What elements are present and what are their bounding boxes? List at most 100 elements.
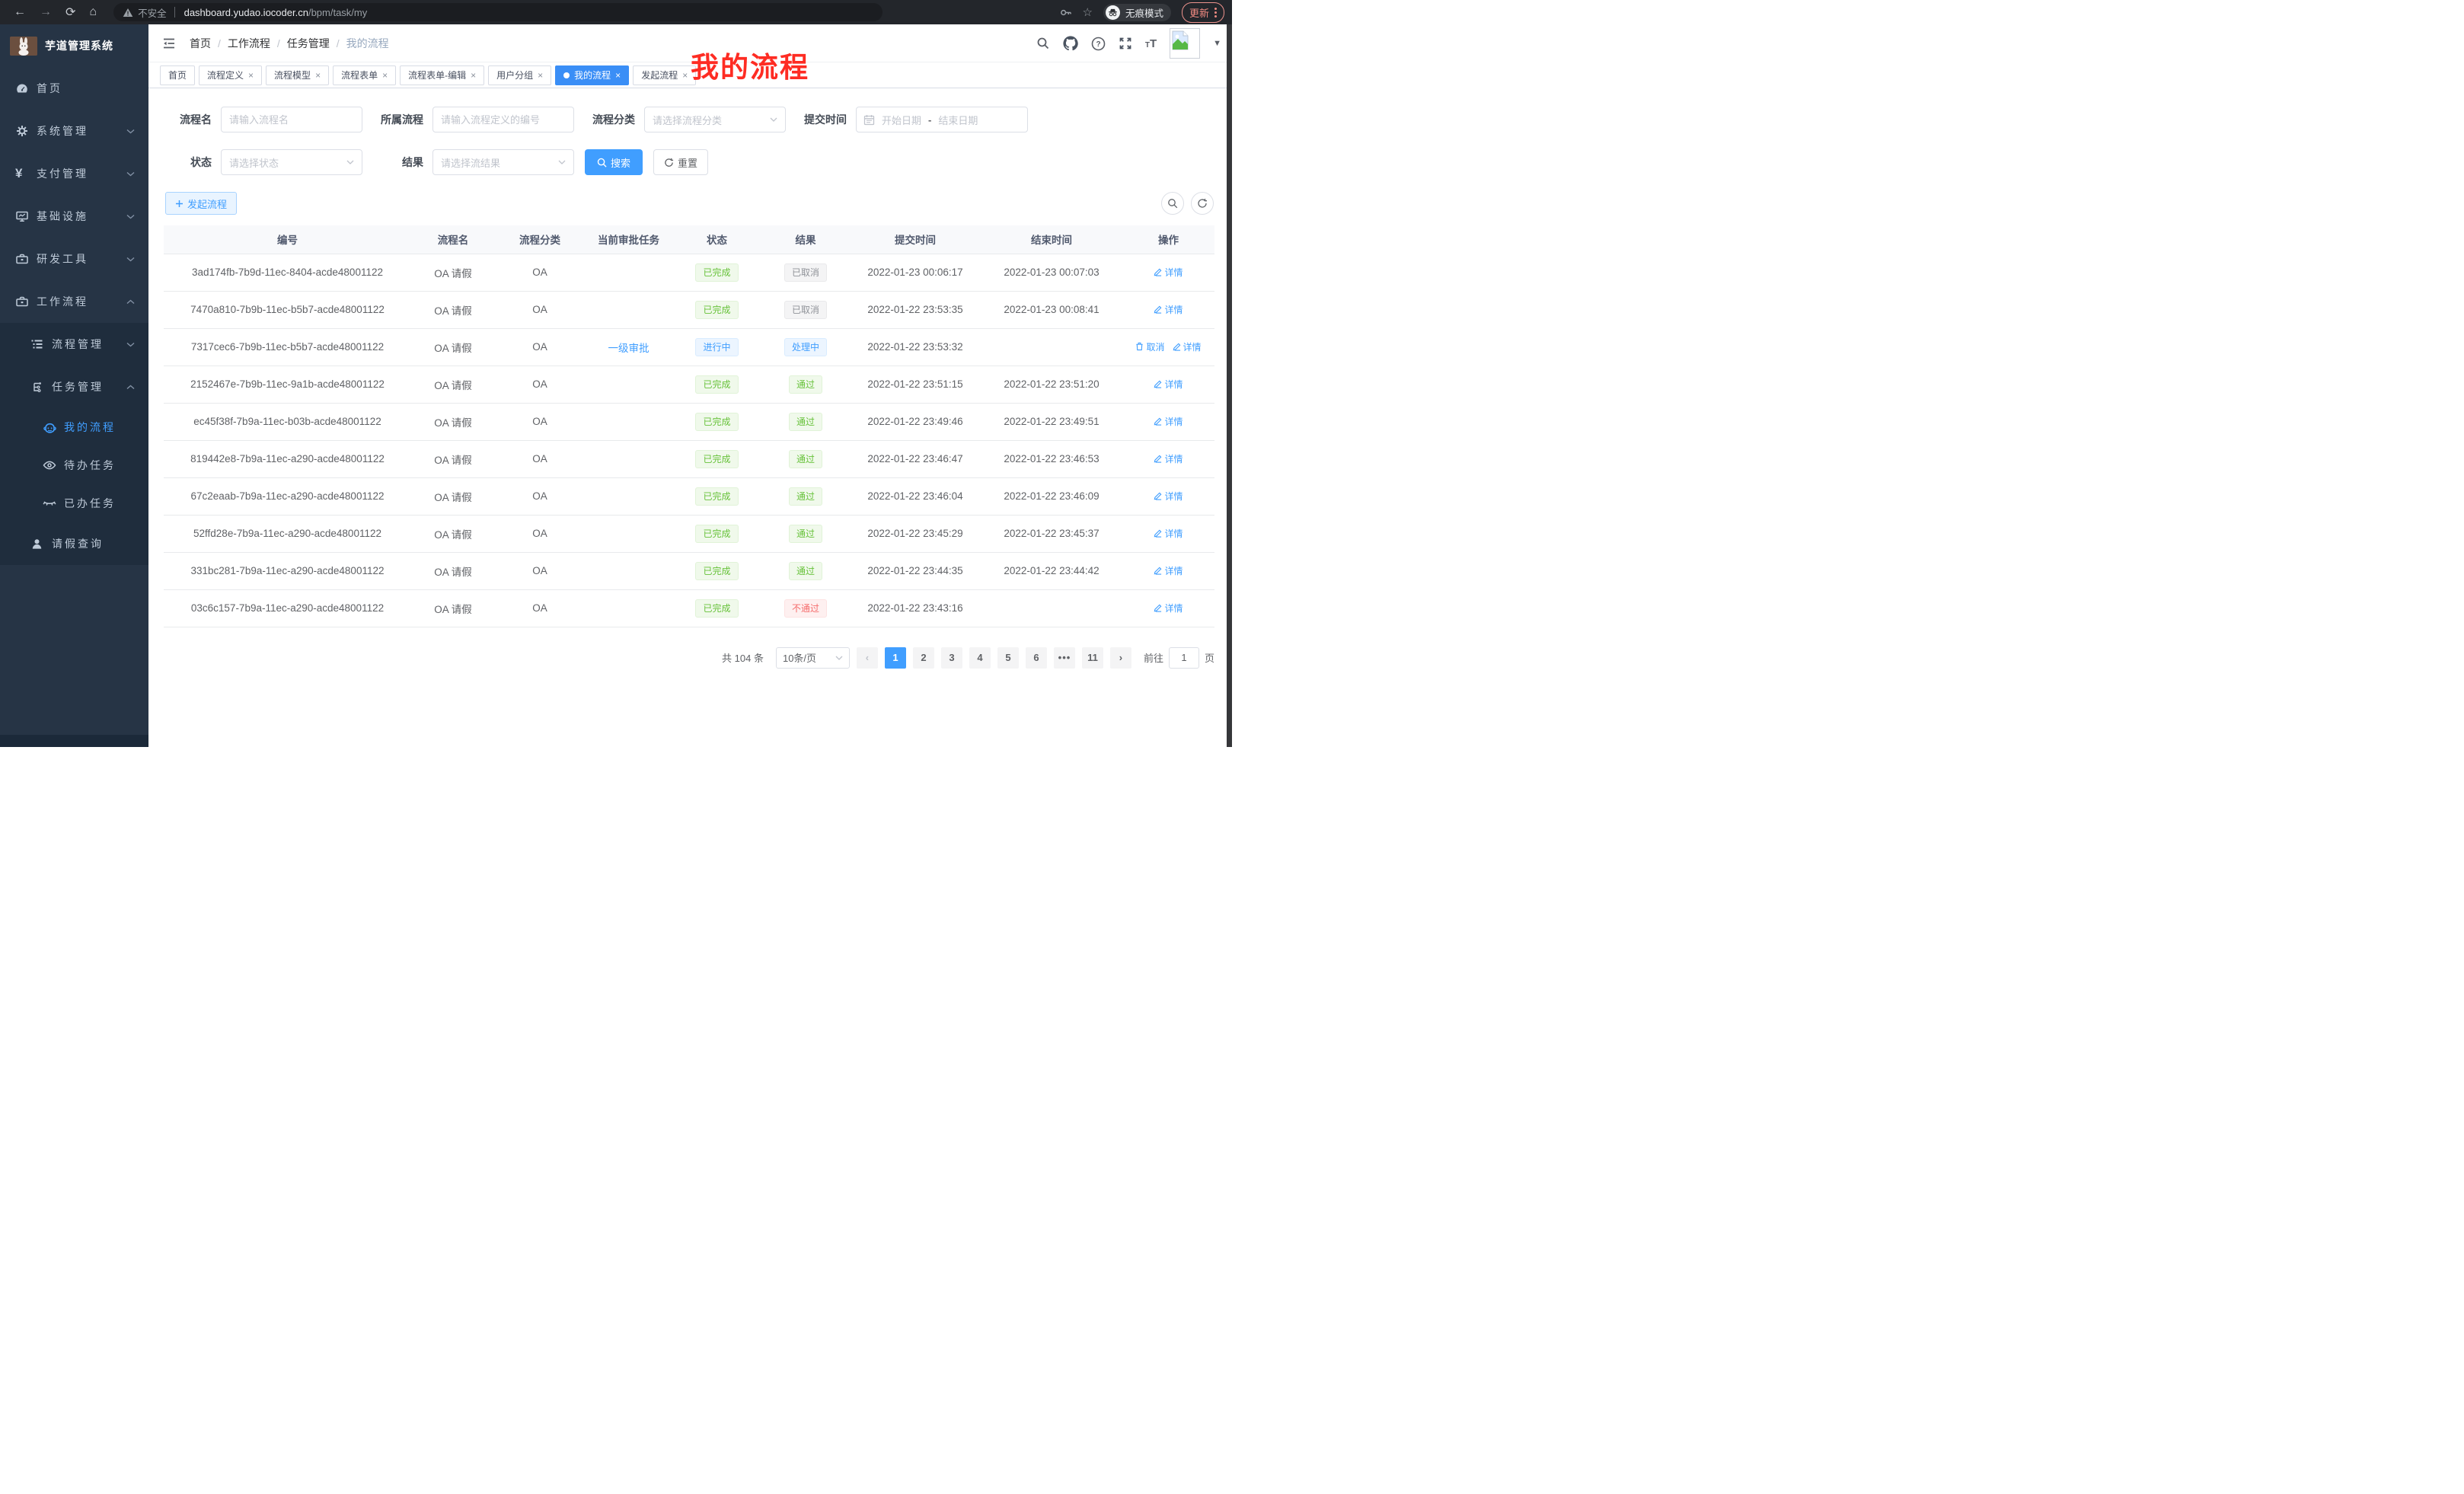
cancel-link[interactable]: 取消 [1135,340,1164,353]
status-badge: 已完成 [695,375,738,394]
process-definition-input[interactable] [432,107,574,132]
breadcrumb-home[interactable]: 首页 [190,36,211,51]
breadcrumb-task-manage[interactable]: 任务管理 [287,36,330,51]
tab-user-group[interactable]: 用户分组× [488,65,551,85]
detail-link[interactable]: 详情 [1173,340,1202,353]
table-search-toggle-button[interactable] [1161,192,1184,215]
tab-process-model[interactable]: 流程模型× [266,65,329,85]
next-page-button[interactable]: › [1110,647,1131,669]
edit-icon [1154,567,1162,575]
sidebar-item-devtools[interactable]: 研发工具 [0,238,148,280]
search-icon[interactable] [1036,37,1050,50]
browser-forward-icon[interactable]: → [40,5,52,19]
bookmark-star-icon[interactable]: ☆ [1083,5,1093,19]
category-select[interactable]: 请选择流程分类 [644,107,786,132]
search-button[interactable]: 搜索 [585,149,643,175]
detail-link[interactable]: 详情 [1154,564,1183,577]
current-task-link[interactable]: 一级审批 [608,343,650,354]
detail-link[interactable]: 详情 [1154,490,1183,503]
password-key-icon[interactable] [1059,6,1072,19]
start-process-button[interactable]: 发起流程 [165,192,237,215]
help-icon[interactable]: ? [1091,37,1106,51]
hamburger-icon[interactable] [162,37,176,49]
result-badge: 通过 [789,562,822,580]
cell-category: OA [495,403,585,440]
page-button-2[interactable]: 2 [913,647,934,669]
detail-link[interactable]: 详情 [1154,602,1183,615]
sidebar-item-done-tasks[interactable]: 已办任务 [0,484,148,522]
detail-link[interactable]: 详情 [1154,303,1183,316]
sidebar-item-home[interactable]: 首页 [0,67,148,110]
sidebar-item-label: 流程管理 [52,337,126,352]
avatar[interactable] [1170,28,1200,59]
sidebar-collapse-bar[interactable] [0,735,148,747]
sidebar-item-workflow[interactable]: 工作流程 [0,280,148,323]
page-button-6[interactable]: 6 [1026,647,1047,669]
fullscreen-icon[interactable] [1119,37,1132,50]
status-select[interactable]: 请选择状态 [221,149,362,175]
tab-process-form-edit[interactable]: 流程表单-编辑× [400,65,484,85]
page-size-select[interactable]: 10条/页 [776,647,850,669]
sidebar-item-todo-tasks[interactable]: 待办任务 [0,446,148,484]
sidebar-item-leave-query[interactable]: 请假查询 [0,522,148,565]
total-count: 共 104 条 [722,650,764,665]
table-refresh-button[interactable] [1191,192,1214,215]
github-icon[interactable] [1063,36,1078,51]
sidebar-item-system[interactable]: 系统管理 [0,110,148,152]
cell-category: OA [495,515,585,552]
browser-reload-icon[interactable]: ⟳ [65,5,75,20]
browser-menu-icon[interactable] [1214,8,1217,18]
submit-time-range-picker[interactable]: 开始日期 - 结束日期 [856,107,1028,132]
font-size-icon[interactable]: TT [1145,37,1157,50]
col-name: 流程名 [411,225,495,254]
filter-name-label: 流程名 [175,112,221,127]
window-scrollbar[interactable] [1227,24,1232,747]
status-badge: 进行中 [695,338,738,356]
tab-home[interactable]: 首页 [160,65,195,85]
close-icon[interactable]: × [615,70,621,81]
detail-link[interactable]: 详情 [1154,266,1183,279]
tab-process-form[interactable]: 流程表单× [333,65,396,85]
sidebar-item-process-manage[interactable]: 流程管理 [0,323,148,366]
reset-button[interactable]: 重置 [653,149,708,175]
sidebar-item-my-process[interactable]: 我的流程 [0,408,148,446]
browser-home-icon[interactable]: ⌂ [89,5,97,19]
filter-category-label: 流程分类 [589,112,644,127]
sidebar-item-pay[interactable]: ¥ 支付管理 [0,152,148,195]
tab-process-definition[interactable]: 流程定义× [199,65,262,85]
status-badge: 已完成 [695,562,738,580]
address-bar[interactable]: 不安全 dashboard.yudao.iocoder.cn /bpm/task… [113,3,883,21]
close-icon[interactable]: × [682,70,688,81]
result-select[interactable]: 请选择流结果 [432,149,574,175]
page-button-4[interactable]: 4 [969,647,991,669]
goto-page-input[interactable] [1169,647,1199,669]
process-name-input[interactable] [221,107,362,132]
detail-link[interactable]: 详情 [1154,378,1183,391]
prev-page-button[interactable]: ‹ [857,647,878,669]
detail-link[interactable]: 详情 [1154,415,1183,428]
tab-start-process[interactable]: 发起流程× [633,65,696,85]
sidebar-item-infra[interactable]: 基础设施 [0,195,148,238]
security-label[interactable]: 不安全 [138,5,167,20]
browser-back-icon[interactable]: ← [14,5,26,19]
page-button-11[interactable]: 11 [1082,647,1103,669]
avatar-caret-icon[interactable]: ▼ [1213,39,1221,48]
breadcrumb-separator: / [337,37,340,49]
page-button-3[interactable]: 3 [941,647,962,669]
sidebar-item-task-manage[interactable]: 任务管理 [0,366,148,408]
detail-link[interactable]: 详情 [1154,452,1183,465]
close-icon[interactable]: × [538,70,543,81]
close-icon[interactable]: × [248,70,254,81]
tab-my-process[interactable]: 我的流程× [555,65,629,85]
detail-link[interactable]: 详情 [1154,527,1183,540]
page-button-5[interactable]: 5 [997,647,1019,669]
close-icon[interactable]: × [315,70,321,81]
page-button-1[interactable]: 1 [885,647,906,669]
browser-update-button[interactable]: 更新 [1182,2,1224,23]
close-icon[interactable]: × [471,70,476,81]
overlay-annotation-title: 我的流程 [691,44,809,85]
more-pages-button[interactable]: ••• [1054,647,1075,669]
cell-end-time: 2022-01-22 23:46:53 [981,440,1122,477]
close-icon[interactable]: × [382,70,388,81]
breadcrumb-workflow[interactable]: 工作流程 [228,36,270,51]
